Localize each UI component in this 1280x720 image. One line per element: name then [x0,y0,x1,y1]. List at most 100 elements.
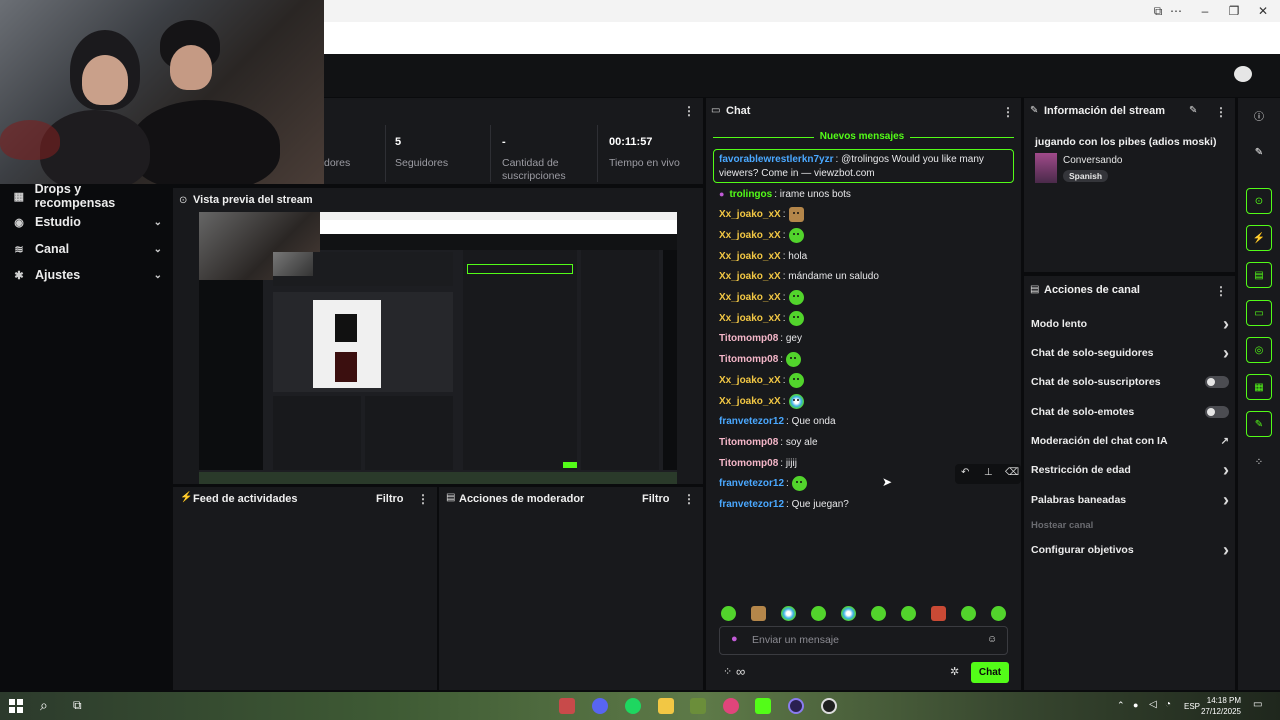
chat-message[interactable]: Titomomp08: [719,352,802,368]
chat-username[interactable]: favorablewrestlerkn7yzr [719,154,834,165]
search-icon[interactable]: ⌕ [40,697,48,714]
chat-username[interactable]: Titomomp08 [719,458,778,469]
channel-action-row[interactable]: Configurar objetivos › [1031,540,1229,560]
more-options-icon[interactable]: ⋯ [1164,3,1188,19]
category-thumbnail[interactable] [1035,153,1057,183]
emote-icon[interactable] [788,310,804,326]
pencil-icon[interactable]: ✎ [1246,139,1272,165]
emote-icon[interactable] [841,606,856,621]
edit-icon[interactable]: ✎ [1189,105,1197,116]
chat-message[interactable]: Xx_joako_xX: [719,227,804,243]
broadcast-icon[interactable]: ◎ [1246,337,1272,363]
webcam-overlay[interactable] [0,0,324,184]
chat-message[interactable]: franvetezor12: [719,476,807,492]
chat-settings-icon[interactable]: ✲ [950,665,959,678]
chat-username[interactable]: Xx_joako_xX [719,230,781,241]
channel-action-row[interactable]: Chat de solo-emotes [1031,403,1229,421]
task-view-icon[interactable]: ⧉ [73,698,82,713]
chat-message[interactable]: Titomomp08: soy ale [719,434,818,450]
sidebar-item-settings[interactable]: ✱ Ajustes ⌄ [12,264,162,286]
sidebar-item-drops[interactable]: ▦ Drops y recompensas [12,182,162,210]
chat-username[interactable]: Xx_joako_xX [719,271,781,282]
trash-icon[interactable]: ⌫ [1005,467,1019,478]
document-icon[interactable]: ▤ [1246,262,1272,288]
emote-icon[interactable] [788,393,804,409]
chat-username[interactable]: franvetezor12 [719,499,784,510]
pin-icon[interactable]: ⊥ [984,467,993,478]
emote-icon[interactable] [786,352,802,368]
stats-menu-icon[interactable]: ⋮ [683,104,695,118]
emote-icon[interactable] [751,606,766,621]
emote-icon[interactable] [871,606,886,621]
highlighted-message[interactable]: favorablewrestlerkn7yzr: @trolingos Woul… [713,149,1014,183]
emote-icon[interactable] [961,606,976,621]
chat-username[interactable]: Xx_joako_xX [719,209,781,220]
bolt-icon[interactable]: ⚡ [1246,225,1272,251]
chat-username[interactable]: Titomomp08 [719,354,778,365]
browser-icon[interactable] [788,698,804,714]
chat-username[interactable]: franvetezor12 [719,416,784,427]
chat-username[interactable]: Xx_joako_xX [719,313,781,324]
mod-icon[interactable]: ▦ [1246,374,1272,400]
activity-menu-icon[interactable]: ⋮ [417,492,429,506]
emote-icon[interactable] [788,207,804,223]
chat-message[interactable]: Xx_joako_xX: hola [719,248,807,264]
microphone-icon[interactable]: ● [731,633,738,645]
channel-action-row[interactable]: Modo lento › [1031,314,1229,334]
chat-message[interactable]: Xx_joako_xX: mándame un saludo [719,269,879,285]
clock-time[interactable]: 14:18 PM [1197,696,1241,706]
chat-username[interactable]: Titomomp08 [719,333,778,344]
emoji-icon[interactable]: ☺ [987,634,997,645]
app-icon[interactable] [559,698,575,714]
chat-icon[interactable]: ▭ [1246,300,1272,326]
emote-icon[interactable] [788,372,804,388]
users-icon[interactable]: ⁘ [1246,449,1272,475]
mod-filter-button[interactable]: Filtro [642,493,670,505]
notification-icon[interactable]: ▭ [1253,699,1262,710]
close-icon[interactable]: ✕ [1251,3,1275,19]
camera-icon[interactable]: ⊙ [1246,188,1272,214]
microphone-icon[interactable]: ● [1133,700,1138,710]
channel-action-row[interactable]: Moderación del chat con IA ↗ [1031,432,1229,450]
users-icon[interactable]: ⁘ [723,665,732,678]
network-icon[interactable]: ◔ [1165,699,1171,710]
emote-icon[interactable] [811,606,826,621]
chat-message[interactable]: Xx_joako_xX: [719,310,804,326]
toggle-switch[interactable] [1205,376,1229,388]
chat-message[interactable]: ● trolingos: irame unos bots [719,186,851,202]
sidebar-item-studio[interactable]: ◉ Estudio ⌄ [12,211,162,233]
chat-message[interactable]: franvetezor12: Que juegan? [719,497,849,513]
channel-action-row[interactable]: Restricción de edad › [1031,460,1229,480]
chat-username[interactable]: Xx_joako_xX [719,292,781,303]
channel-action-row[interactable]: Chat de solo-suscriptores [1031,373,1229,391]
chat-username[interactable]: Xx_joako_xX [719,396,781,407]
osu-icon[interactable] [723,698,739,714]
channel-action-row[interactable]: Palabras baneadas › [1031,490,1229,510]
chat-username[interactable]: Xx_joako_xX [719,251,781,262]
chevron-up-icon[interactable]: ⌃ [1117,700,1125,711]
discord-icon[interactable] [592,698,608,714]
avatar[interactable] [1234,66,1252,82]
emote-icon[interactable] [991,606,1006,621]
kick-icon[interactable] [755,698,771,714]
chat-username[interactable]: trolingos [729,189,772,200]
minecraft-icon[interactable] [690,698,706,714]
mod-menu-icon[interactable]: ⋮ [683,492,695,506]
emote-icon[interactable] [901,606,916,621]
chat-input-placeholder[interactable]: Enviar un mensaje [752,634,839,646]
info-icon[interactable]: ⓘ [1246,102,1272,128]
emote-icon[interactable] [788,290,804,305]
maximize-icon[interactable]: ❐ [1222,3,1246,19]
chat-message[interactable]: franvetezor12: Que onda [719,414,836,430]
channel-actions-menu-icon[interactable]: ⋮ [1215,284,1227,298]
activity-filter-button[interactable]: Filtro [376,493,404,505]
chat-username[interactable]: franvetezor12 [719,478,784,489]
chat-message[interactable]: Xx_joako_xX: [719,290,804,306]
chat-message[interactable]: Titomomp08: gey [719,331,802,347]
stream-info-menu-icon[interactable]: ⋮ [1215,105,1227,119]
send-chat-button[interactable]: Chat [971,662,1009,683]
sidebar-item-channel[interactable]: ≋ Canal ⌄ [12,238,162,260]
wrench-icon[interactable]: ✎ [1246,411,1272,437]
emote-icon[interactable] [781,606,796,621]
reply-icon[interactable]: ↶ [961,467,969,478]
